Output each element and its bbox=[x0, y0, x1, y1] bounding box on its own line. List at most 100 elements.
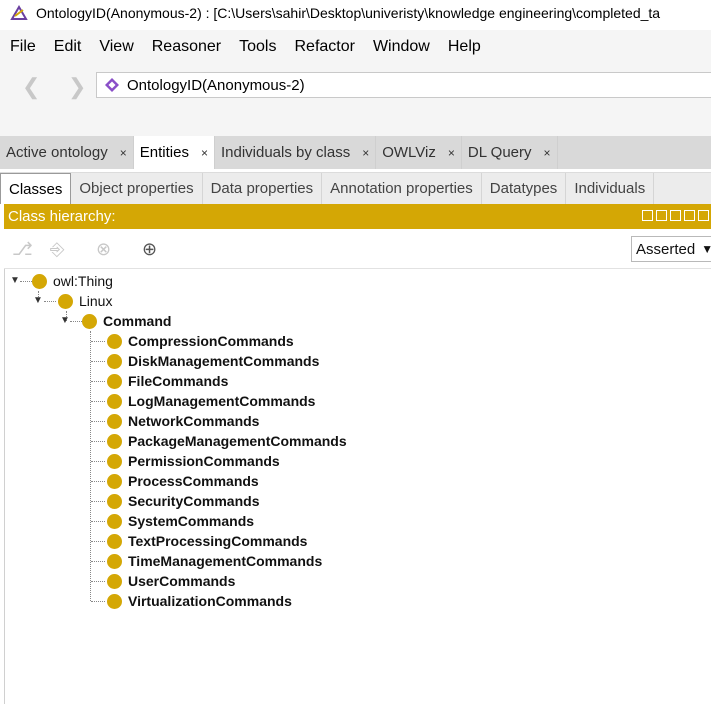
tab-label: OWLViz bbox=[382, 144, 436, 161]
window-title: OntologyID(Anonymous-2) : [C:\Users\sahi… bbox=[36, 5, 661, 21]
subtab-annotation-properties[interactable]: Annotation properties bbox=[322, 173, 482, 204]
class-icon bbox=[107, 493, 122, 509]
tab-entities[interactable]: Entities × bbox=[133, 136, 215, 169]
window-title-bar: OntologyID(Anonymous-2) : [C:\Users\sahi… bbox=[0, 0, 711, 26]
node-label: TextProcessingCommands bbox=[128, 533, 308, 549]
tree-node-child[interactable]: FileCommands bbox=[107, 371, 228, 391]
tab-individuals-by-class[interactable]: Individuals by class × bbox=[214, 136, 377, 169]
ontology-diamond-icon bbox=[105, 78, 119, 92]
node-label: FileCommands bbox=[128, 373, 229, 389]
class-icon bbox=[82, 313, 97, 329]
class-icon bbox=[107, 593, 122, 609]
tree-node-child[interactable]: VirtualizationCommands bbox=[107, 591, 292, 611]
tree-guide bbox=[91, 341, 105, 342]
node-label: UserCommands bbox=[128, 573, 236, 589]
tree-guide bbox=[91, 501, 105, 502]
node-label: Linux bbox=[79, 293, 113, 309]
node-label: Command bbox=[103, 313, 172, 329]
tree-guide bbox=[20, 281, 32, 282]
subtab-classes[interactable]: Classes bbox=[0, 173, 72, 204]
menu-tools[interactable]: Tools bbox=[239, 38, 276, 56]
class-icon bbox=[58, 293, 73, 309]
subtab-object-properties[interactable]: Object properties bbox=[71, 173, 203, 204]
tree-node-child[interactable]: TextProcessingCommands bbox=[107, 531, 307, 551]
tree-node-child[interactable]: SecurityCommands bbox=[107, 491, 259, 511]
add-sibling-icon[interactable]: ⎆ bbox=[50, 239, 64, 260]
tree-node-child[interactable]: SystemCommands bbox=[107, 511, 254, 531]
close-icon[interactable]: × bbox=[201, 146, 208, 160]
menu-help[interactable]: Help bbox=[448, 38, 481, 56]
expand-toggle-icon[interactable]: ▼ bbox=[33, 295, 43, 306]
class-icon bbox=[107, 453, 122, 469]
tree-node-child[interactable]: TimeManagementCommands bbox=[107, 551, 322, 571]
protege-app-icon bbox=[10, 5, 28, 20]
subtab-individuals[interactable]: Individuals bbox=[566, 173, 655, 204]
class-icon bbox=[107, 513, 122, 529]
tree-guide bbox=[91, 461, 105, 462]
tree-node-child[interactable]: UserCommands bbox=[107, 571, 235, 591]
tab-dl-query[interactable]: DL Query × bbox=[461, 136, 558, 169]
class-icon bbox=[32, 273, 47, 289]
class-icon bbox=[107, 533, 122, 549]
class-icon bbox=[107, 393, 122, 409]
close-icon[interactable]: × bbox=[448, 146, 455, 160]
help-icon[interactable] bbox=[642, 210, 653, 221]
class-tree: ▼ owl:Thing ▼ Linux ▼ Command Compressio… bbox=[0, 270, 711, 704]
split-vertical-icon[interactable] bbox=[656, 210, 667, 221]
split-horizontal-icon[interactable] bbox=[670, 210, 681, 221]
tab-label: Entities bbox=[139, 144, 189, 161]
tree-node-child[interactable]: ProcessCommands bbox=[107, 471, 259, 491]
node-label: PermissionCommands bbox=[128, 453, 280, 469]
tree-node-child[interactable]: PermissionCommands bbox=[107, 451, 280, 471]
caret-down-icon: ▼ bbox=[701, 242, 711, 256]
expand-toggle-icon[interactable]: ▼ bbox=[10, 275, 20, 286]
expand-toggle-icon[interactable]: ▼ bbox=[60, 315, 70, 326]
menu-file[interactable]: File bbox=[10, 38, 36, 56]
class-hierarchy-header: Class hierarchy: bbox=[4, 204, 711, 229]
node-label: SystemCommands bbox=[128, 513, 255, 529]
tab-label: Active ontology bbox=[6, 144, 108, 161]
tree-node-command[interactable]: Command bbox=[82, 311, 171, 331]
chevron-left-icon[interactable]: ❮ bbox=[22, 76, 40, 98]
chevron-right-icon[interactable]: ❯ bbox=[68, 76, 86, 98]
close-icon[interactable]: × bbox=[544, 146, 551, 160]
tree-node-linux[interactable]: Linux bbox=[58, 291, 112, 311]
tree-node-root[interactable]: owl:Thing bbox=[32, 271, 113, 291]
menu-refactor[interactable]: Refactor bbox=[294, 38, 354, 56]
ontology-address-field[interactable]: OntologyID(Anonymous-2) bbox=[96, 72, 711, 98]
mode-value: Asserted bbox=[636, 240, 696, 258]
menu-window[interactable]: Window bbox=[373, 38, 430, 56]
close-icon[interactable]: × bbox=[362, 146, 369, 160]
node-label: NetworkCommands bbox=[128, 413, 260, 429]
hierarchy-mode-select[interactable]: Asserted ▼ bbox=[631, 236, 711, 262]
menu-view[interactable]: View bbox=[99, 38, 133, 56]
workspace-tabs: Active ontology × Entities × Individuals… bbox=[0, 136, 711, 169]
tree-guide bbox=[91, 401, 105, 402]
subtab-data-properties[interactable]: Data properties bbox=[203, 173, 323, 204]
node-label: PackageManagementCommands bbox=[128, 433, 347, 449]
delete-class-icon[interactable]: ⊗ bbox=[96, 239, 111, 260]
tab-active-ontology[interactable]: Active ontology × bbox=[0, 136, 134, 169]
close-icon[interactable]: × bbox=[120, 146, 127, 160]
tree-node-child[interactable]: NetworkCommands bbox=[107, 411, 259, 431]
menu-edit[interactable]: Edit bbox=[54, 38, 82, 56]
target-icon[interactable]: ⊕ bbox=[142, 239, 157, 260]
add-subclass-icon[interactable]: ⎇ bbox=[12, 239, 33, 260]
view-title: Class hierarchy: bbox=[8, 208, 116, 225]
float-icon[interactable] bbox=[684, 210, 695, 221]
class-icon bbox=[107, 333, 122, 349]
node-label: TimeManagementCommands bbox=[128, 553, 323, 569]
tree-guide bbox=[91, 361, 105, 362]
tree-node-child[interactable]: PackageManagementCommands bbox=[107, 431, 347, 451]
tree-node-child[interactable]: DiskManagementCommands bbox=[107, 351, 319, 371]
class-icon bbox=[107, 573, 122, 589]
tree-guide bbox=[91, 381, 105, 382]
tab-owlviz[interactable]: OWLViz × bbox=[376, 136, 462, 169]
tree-node-child[interactable]: LogManagementCommands bbox=[107, 391, 315, 411]
tree-guide bbox=[91, 561, 105, 562]
close-view-icon[interactable] bbox=[698, 210, 709, 221]
menu-reasoner[interactable]: Reasoner bbox=[152, 38, 221, 56]
tree-node-child[interactable]: CompressionCommands bbox=[107, 331, 294, 351]
hierarchy-toolbar: ⎇ ⎆ ⊗ ⊕ bbox=[4, 229, 711, 269]
subtab-datatypes[interactable]: Datatypes bbox=[482, 173, 567, 204]
